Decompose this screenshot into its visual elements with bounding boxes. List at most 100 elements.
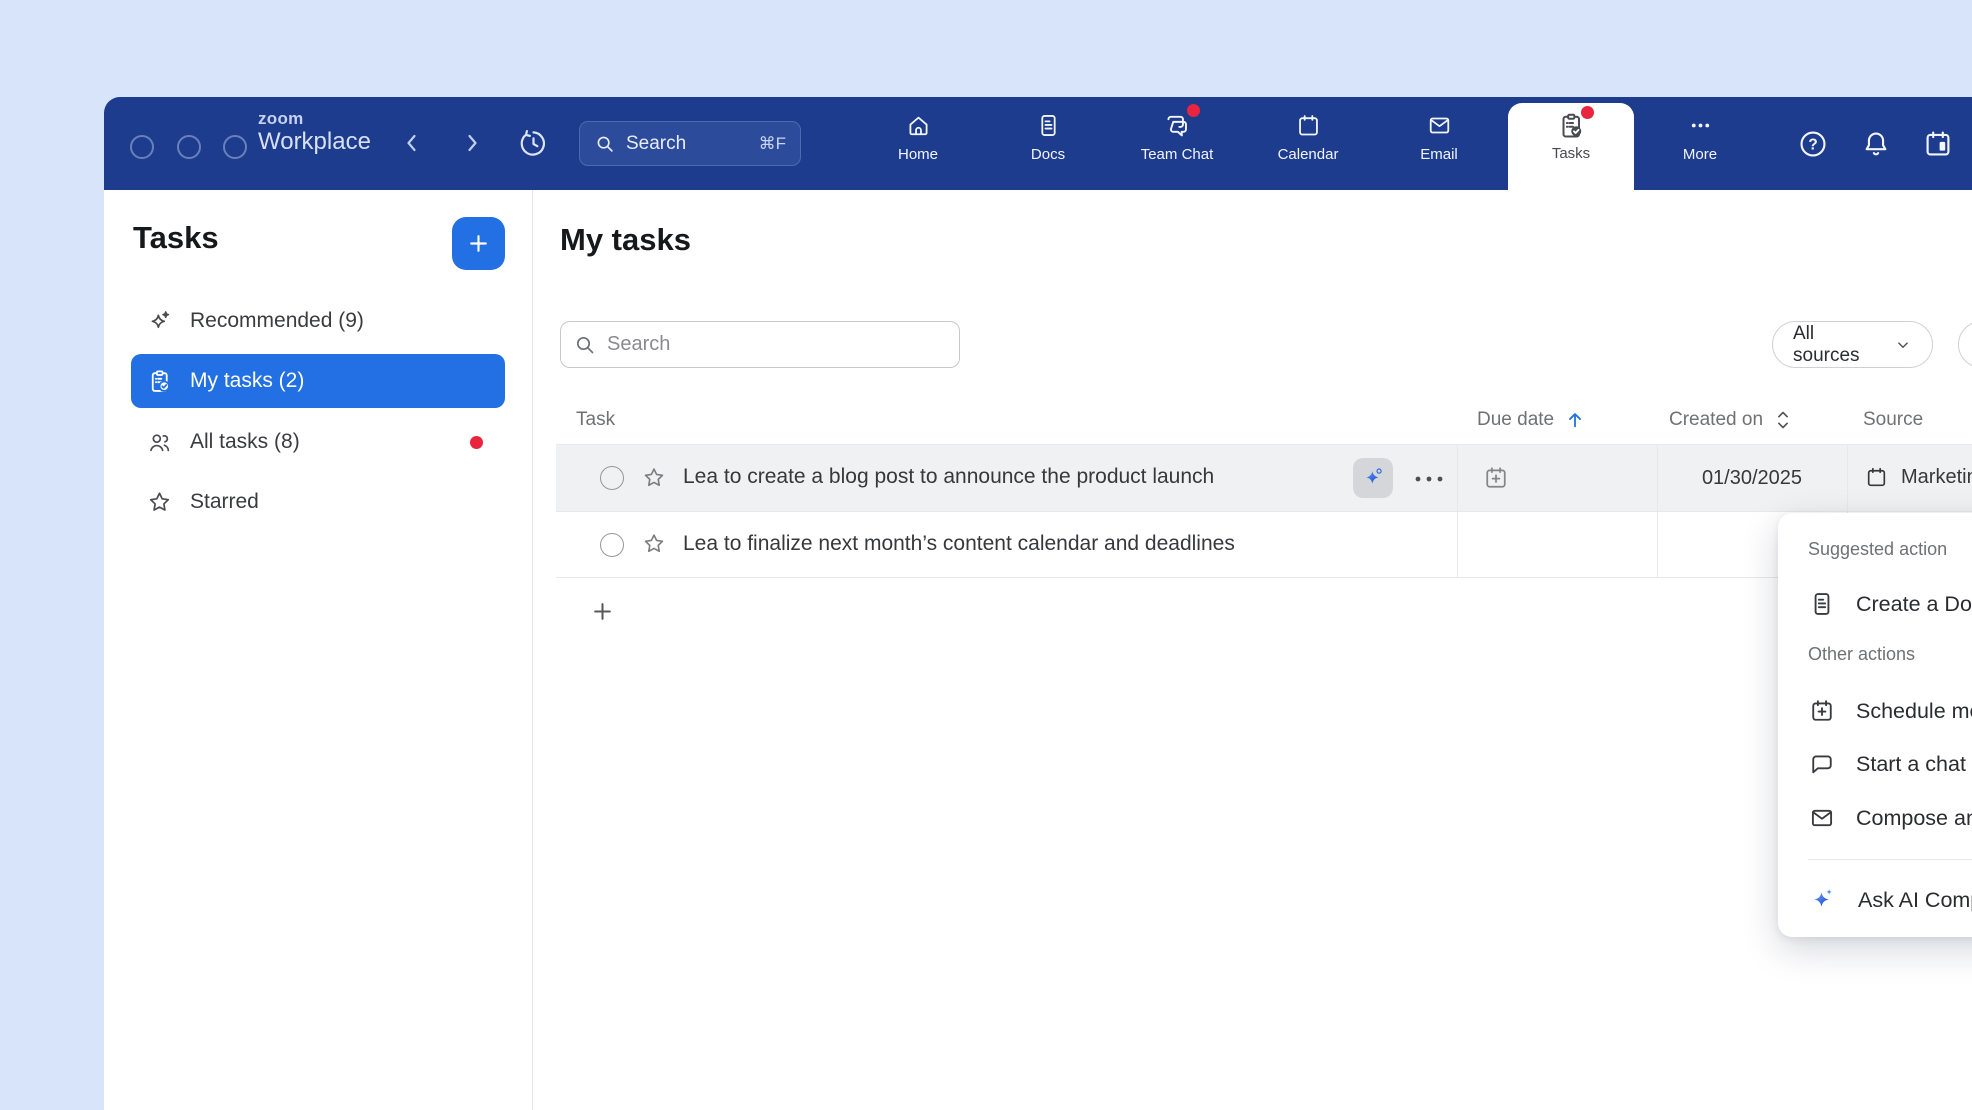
sidebar-item-label: Starred: [190, 490, 259, 514]
window-control-icon[interactable]: [223, 135, 247, 159]
task-title: Lea to finalize next month’s content cal…: [683, 532, 1235, 556]
menu-item-start-chat[interactable]: Start a chat: [1778, 737, 1972, 791]
created-on-value: 01/30/2025: [1657, 467, 1847, 490]
sidebar-item-label: All tasks (8): [190, 430, 300, 454]
window-control-icon[interactable]: [130, 135, 154, 159]
menu-item-label: Ask AI Companion: [1858, 888, 1972, 913]
people-icon: [146, 429, 173, 456]
plus-icon: [465, 230, 492, 257]
column-label: Due date: [1477, 409, 1554, 431]
task-title: Lea to create a blog post to announce th…: [683, 465, 1214, 489]
task-complete-checkbox[interactable]: [600, 533, 624, 557]
sidebar-item-recommended[interactable]: Recommended (9): [131, 294, 505, 348]
nav-label: More: [1683, 146, 1717, 163]
menu-item-label: Start a chat: [1856, 752, 1966, 777]
sidebar-item-my-tasks[interactable]: My tasks (2): [131, 354, 505, 408]
nav-more[interactable]: More: [1640, 109, 1760, 181]
menu-item-label: Schedule meeting: [1856, 699, 1972, 724]
notifications-icon[interactable]: [1860, 128, 1892, 160]
menu-section-label: Suggested action: [1808, 539, 1947, 560]
star-icon[interactable]: [641, 531, 667, 557]
star-icon[interactable]: [641, 465, 667, 491]
sparkle-icon: [146, 308, 173, 335]
suggested-actions-menu: Suggested action Create a Doc Other acti…: [1778, 513, 1972, 937]
source-cell: Marketing: [1864, 465, 1972, 490]
team-chat-icon: [1163, 109, 1192, 141]
search-icon: [573, 333, 597, 357]
menu-divider: [1808, 859, 1972, 860]
calendar-plus-icon: [1808, 697, 1836, 725]
column-header-task[interactable]: Task: [576, 395, 615, 445]
row-more-actions-icon[interactable]: [1412, 473, 1448, 485]
task-complete-checkbox[interactable]: [600, 466, 624, 490]
logo-zoom: zoom: [258, 110, 371, 127]
window-titlebar: zoom Workplace Search ⌘F Home: [104, 97, 1972, 190]
my-tasks-icon: [146, 368, 173, 395]
more-icon: [1687, 109, 1714, 141]
nav-calendar[interactable]: Calendar: [1248, 109, 1368, 181]
nav-label: Docs: [1031, 146, 1065, 163]
star-icon: [146, 489, 173, 516]
chevron-down-icon: [1894, 336, 1912, 354]
secondary-filter-dropdown[interactable]: [1958, 321, 1972, 368]
column-divider: [1457, 445, 1458, 578]
column-divider: [1657, 445, 1658, 578]
sidebar-item-label: My tasks (2): [190, 369, 304, 393]
table-header: Task Due date Created on Source: [556, 395, 1972, 445]
menu-item-schedule-meeting[interactable]: Schedule meeting: [1778, 684, 1972, 738]
help-icon[interactable]: ?: [1797, 128, 1829, 160]
sidebar-item-all-tasks[interactable]: All tasks (8): [131, 415, 505, 469]
nav-tasks-active-tab[interactable]: Tasks: [1508, 103, 1634, 190]
ai-companion-button[interactable]: [1353, 458, 1393, 498]
nav-label: Team Chat: [1141, 146, 1214, 163]
menu-item-create-doc[interactable]: Create a Doc: [1778, 577, 1972, 631]
column-label: Created on: [1669, 409, 1763, 431]
task-row[interactable]: Lea to finalize next month’s content cal…: [556, 512, 1972, 578]
tasks-sidebar: Tasks Recommended (9) My tasks (2): [104, 190, 533, 1110]
svg-text:?: ?: [1808, 137, 1817, 154]
task-search-input[interactable]: [607, 333, 947, 356]
nav-label: Email: [1420, 146, 1458, 163]
nav-email[interactable]: Email: [1379, 109, 1499, 181]
all-tasks-badge: [470, 436, 483, 449]
team-chat-badge: [1187, 104, 1200, 117]
add-task-button[interactable]: [452, 217, 505, 270]
menu-item-label: Create a Doc: [1856, 592, 1972, 617]
page-title: My tasks: [560, 222, 691, 258]
search-icon: [594, 133, 616, 155]
nav-label: Home: [898, 146, 938, 163]
email-icon: [1426, 109, 1453, 141]
sidebar-item-starred[interactable]: Starred: [131, 475, 505, 529]
sources-filter-dropdown[interactable]: All sources: [1772, 321, 1933, 368]
nav-label: Tasks: [1552, 145, 1590, 162]
ai-sparkle-icon: [1360, 465, 1386, 491]
back-icon[interactable]: [400, 131, 424, 155]
menu-item-ask-ai-companion[interactable]: Ask AI Companion: [1778, 873, 1972, 927]
add-row-plus-icon[interactable]: [589, 598, 616, 625]
column-header-created-on[interactable]: Created on: [1669, 395, 1793, 445]
search-placeholder: Search: [626, 133, 749, 155]
history-icon[interactable]: [518, 128, 549, 159]
doc-icon: [1808, 590, 1836, 618]
schedule-calendar-icon[interactable]: [1922, 128, 1954, 160]
docs-icon: [1035, 109, 1062, 141]
column-header-due-date[interactable]: Due date: [1477, 395, 1586, 445]
menu-item-label: Compose an email: [1856, 806, 1972, 831]
nav-team-chat[interactable]: Team Chat: [1117, 109, 1237, 181]
add-due-date-icon[interactable]: [1482, 464, 1510, 492]
source-calendar-icon: [1864, 465, 1889, 490]
ai-sparkle-icon: [1808, 885, 1838, 915]
window-control-icon[interactable]: [177, 135, 201, 159]
forward-icon[interactable]: [460, 131, 484, 155]
nav-home[interactable]: Home: [858, 109, 978, 181]
sort-ascending-icon: [1564, 409, 1586, 431]
global-search-input[interactable]: Search ⌘F: [579, 121, 801, 166]
task-row[interactable]: Lea to create a blog post to announce th…: [556, 445, 1972, 512]
menu-item-compose-email[interactable]: Compose an email: [1778, 791, 1972, 845]
column-header-source[interactable]: Source: [1863, 395, 1923, 445]
nav-docs[interactable]: Docs: [988, 109, 1108, 181]
calendar-icon: [1295, 109, 1322, 141]
tasks-badge: [1581, 106, 1594, 119]
menu-section-label: Other actions: [1808, 644, 1915, 665]
sort-both-icon: [1773, 409, 1793, 431]
